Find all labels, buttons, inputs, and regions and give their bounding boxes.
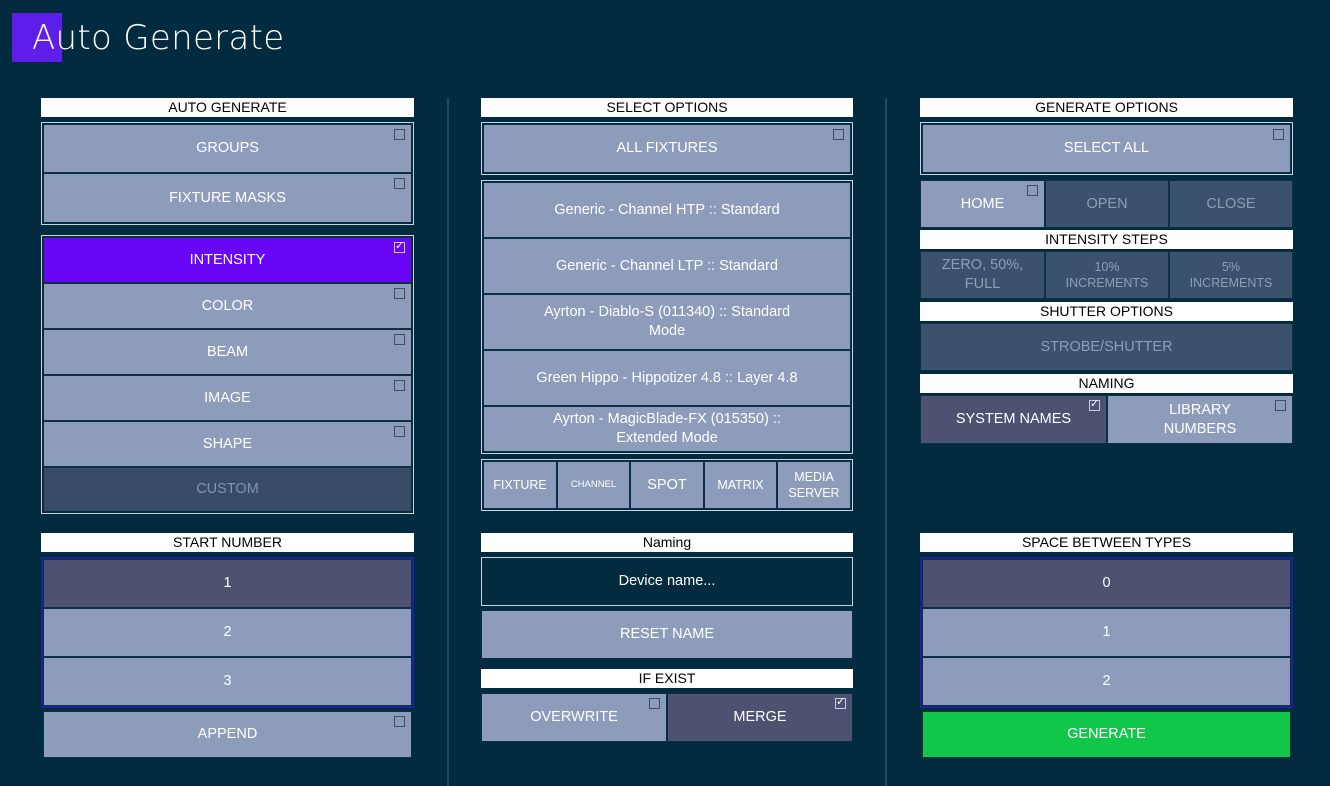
type-spot-button[interactable]: SPOT (630, 461, 704, 509)
home-checkbox[interactable] (1027, 185, 1038, 196)
intensity-steps-header: INTENSITY STEPS (920, 230, 1293, 249)
merge-checkbox[interactable] (835, 695, 846, 709)
fixture-list-item[interactable]: Green Hippo - Hippotizer 4.8 :: Layer 4.… (483, 350, 851, 406)
custom-label: CUSTOM (196, 481, 259, 498)
groups-checkbox[interactable] (394, 129, 405, 140)
beam-checkbox[interactable] (394, 334, 405, 345)
generate-button[interactable]: GENERATE (922, 711, 1291, 758)
fixture-list-item[interactable]: Generic - Channel LTP :: Standard (483, 238, 851, 294)
library-numbers-checkbox[interactable] (1275, 400, 1286, 411)
type-matrix-button[interactable]: MATRIX (704, 461, 777, 509)
fixture-masks-button[interactable]: FIXTURE MASKS (43, 173, 412, 223)
type-channel-button[interactable]: CHANNEL (557, 461, 630, 509)
if-exist-header: IF EXIST (481, 669, 853, 688)
start-number-2[interactable]: 2 (43, 608, 412, 657)
fixture-masks-checkbox[interactable] (394, 178, 405, 189)
attribute-label: IMAGE (204, 389, 251, 406)
open-button[interactable]: OPEN (1045, 180, 1169, 228)
append-button[interactable]: APPEND (43, 711, 412, 758)
start-number-3[interactable]: 3 (43, 657, 412, 706)
intensity-step-10-percent[interactable]: 10% INCREMENTS (1045, 251, 1169, 299)
attribute-color-button[interactable]: COLOR (43, 283, 412, 329)
start-number-header: START NUMBER (41, 533, 414, 552)
system-names-button[interactable]: SYSTEM NAMES (920, 395, 1107, 444)
overwrite-checkbox[interactable] (649, 698, 660, 709)
attribute-label: BEAM (206, 343, 249, 360)
fixture-masks-label: FIXTURE MASKS (169, 189, 286, 206)
attribute-label: COLOR (201, 297, 254, 314)
attribute-label: SHAPE (202, 435, 253, 452)
merge-button[interactable]: MERGE (667, 693, 853, 742)
system-names-label: SYSTEM NAMES (955, 411, 1072, 428)
attribute-label: INTENSITY (189, 251, 266, 268)
groups-label: GROUPS (196, 140, 259, 157)
attribute-intensity-button[interactable]: INTENSITY (43, 237, 412, 283)
column-divider (447, 98, 449, 786)
type-fixture-button[interactable]: FIXTURE (483, 461, 557, 509)
all-fixtures-checkbox[interactable] (833, 129, 844, 140)
page-title: Auto Generate (32, 18, 285, 58)
intensity-checkbox[interactable] (394, 239, 405, 253)
type-media-server-button[interactable]: MEDIA SERVER (777, 461, 851, 509)
select-options-header: SELECT OPTIONS (481, 98, 853, 117)
color-checkbox[interactable] (394, 288, 405, 299)
attribute-shape-button[interactable]: SHAPE (43, 421, 412, 467)
image-checkbox[interactable] (394, 380, 405, 391)
intensity-step-zero-50-full[interactable]: ZERO, 50%, FULL (920, 251, 1045, 299)
naming-header: Naming (481, 533, 853, 552)
library-numbers-label: LIBRARY NUMBERS (1163, 401, 1237, 437)
all-fixtures-label: ALL FIXTURES (616, 140, 718, 157)
strobe-shutter-button[interactable]: STROBE/SHUTTER (920, 323, 1293, 371)
fixture-list-item[interactable]: Generic - Channel HTP :: Standard (483, 182, 851, 238)
shutter-options-header: SHUTTER OPTIONS (920, 302, 1293, 321)
column-divider (885, 98, 887, 786)
home-button[interactable]: HOME (920, 180, 1045, 228)
intensity-step-5-percent[interactable]: 5% INCREMENTS (1169, 251, 1293, 299)
generate-options-header: GENERATE OPTIONS (920, 98, 1293, 117)
space-value-0[interactable]: 0 (922, 559, 1291, 608)
groups-button[interactable]: GROUPS (43, 124, 412, 173)
overwrite-label: OVERWRITE (530, 709, 618, 726)
fixture-list-item[interactable]: Ayrton - Diablo-S (011340) :: Standard M… (483, 294, 851, 350)
shape-checkbox[interactable] (394, 426, 405, 437)
all-fixtures-button[interactable]: ALL FIXTURES (483, 124, 851, 173)
overwrite-button[interactable]: OVERWRITE (481, 693, 667, 742)
space-value-1[interactable]: 1 (922, 608, 1291, 657)
attribute-image-button[interactable]: IMAGE (43, 375, 412, 421)
close-button[interactable]: CLOSE (1169, 180, 1293, 228)
home-label: HOME (960, 195, 1005, 212)
attribute-beam-button[interactable]: BEAM (43, 329, 412, 375)
select-all-checkbox[interactable] (1273, 129, 1284, 140)
auto-generate-header: AUTO GENERATE (41, 98, 414, 117)
reset-name-button[interactable]: RESET NAME (481, 610, 853, 659)
system-names-checkbox[interactable] (1089, 397, 1100, 411)
start-number-1[interactable]: 1 (43, 559, 412, 608)
space-value-2[interactable]: 2 (922, 657, 1291, 706)
device-name-input[interactable]: Device name... (481, 557, 853, 606)
library-numbers-button[interactable]: LIBRARY NUMBERS (1107, 395, 1293, 444)
fixture-list-item[interactable]: Ayrton - MagicBlade-FX (015350) :: Exten… (483, 406, 851, 452)
space-between-types-header: SPACE BETWEEN TYPES (920, 533, 1293, 552)
custom-button[interactable]: CUSTOM (43, 467, 412, 512)
select-all-label: SELECT ALL (1063, 140, 1150, 157)
append-checkbox[interactable] (394, 716, 405, 727)
select-all-button[interactable]: SELECT ALL (922, 124, 1291, 173)
naming-options-header: NAMING (920, 374, 1293, 393)
append-label: APPEND (197, 726, 258, 743)
merge-label: MERGE (733, 709, 787, 726)
